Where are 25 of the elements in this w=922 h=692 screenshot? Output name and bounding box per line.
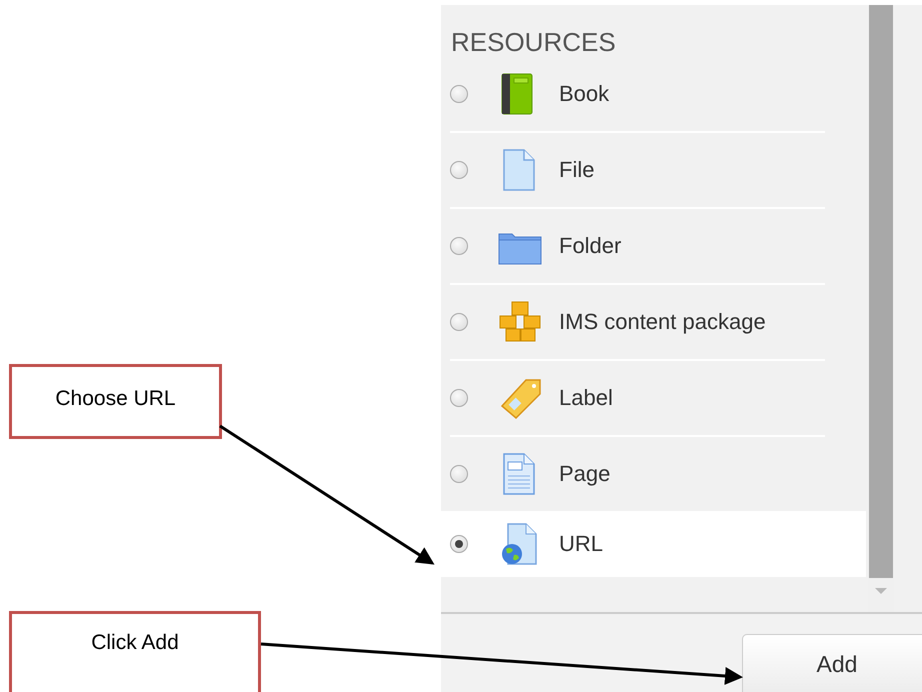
option-row[interactable]: Book <box>450 57 825 133</box>
add-button[interactable]: Add <box>742 634 922 692</box>
option-label: Folder <box>559 233 622 259</box>
callout-box: Choose URL <box>9 364 222 439</box>
option-label: URL <box>559 531 604 557</box>
radio-button[interactable] <box>450 237 468 255</box>
option-label: Label <box>559 385 613 411</box>
callout-box: Click Add <box>9 611 261 692</box>
radio-button[interactable] <box>450 389 468 407</box>
option-row[interactable]: Label <box>450 361 825 437</box>
option-label: File <box>559 157 594 183</box>
radio-button[interactable] <box>450 313 468 331</box>
radio-button[interactable] <box>450 161 468 179</box>
boxes-icon <box>498 300 542 344</box>
option-row[interactable]: File <box>450 133 825 209</box>
option-label: Page <box>559 461 610 487</box>
radio-button[interactable] <box>450 535 468 553</box>
option-row[interactable]: IMS content package <box>450 285 825 361</box>
option-label: IMS content package <box>559 309 766 335</box>
radio-button[interactable] <box>450 465 468 483</box>
radio-button[interactable] <box>450 85 468 103</box>
option-row[interactable]: URL <box>441 511 866 577</box>
option-label: Book <box>559 81 610 107</box>
option-row[interactable]: Folder <box>450 209 825 285</box>
section-heading: RESOURCES <box>450 26 617 57</box>
